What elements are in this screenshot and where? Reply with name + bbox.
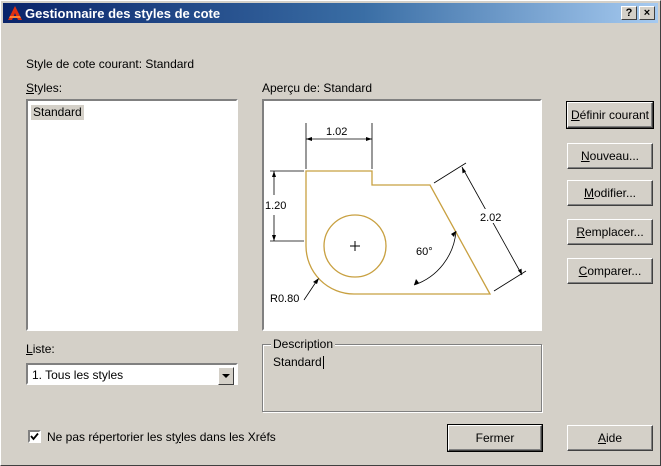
dim-text-angle: 60° [416,246,433,258]
help-button[interactable]: Aide [567,425,653,451]
close-button[interactable]: Fermer [447,424,543,452]
list-filter-dropdown[interactable]: 1. Tous les styles [26,363,238,385]
text-caret [322,356,324,370]
description-legend: Description [271,337,336,351]
override-button[interactable]: Remplacer... [567,219,653,245]
left-dim-arrow-top [272,171,276,177]
help-title-button[interactable]: ? [621,6,637,20]
dim-text-radius: R0.80 [270,293,299,305]
preview-label: Aperçu de: Standard [262,81,373,95]
window-title: Gestionnaire des styles de cote [25,6,221,21]
styles-listbox[interactable]: Standard [26,99,238,331]
dim-text-left: 1.20 [265,200,286,212]
dropdown-arrow-icon[interactable] [218,367,234,385]
title-bar[interactable]: Gestionnaire des styles de cote ? × [3,3,658,23]
dimension-style-manager-dialog: Gestionnaire des styles de cote ? × Styl… [0,0,661,466]
exclude-xrefs-checkbox[interactable] [28,430,41,443]
angle-dim-arc [413,230,457,286]
description-text: Standard [273,355,324,370]
autocad-app-icon [8,6,22,20]
radius-leader-arrow [313,278,319,284]
dimension-preview: 1.02 1.20 2.02 60° R0.80 [262,99,542,331]
modify-button[interactable]: Modifier... [567,180,653,206]
styles-label: Styles: [26,81,63,95]
preview-drawing: 1.02 1.20 2.02 60° R0.80 [265,123,527,305]
exclude-xrefs-label[interactable]: Ne pas répertorier les styles dans les X… [47,430,276,444]
checkmark-icon [30,432,39,441]
left-dim-arrow-bottom [272,235,276,241]
close-title-button[interactable]: × [639,6,655,20]
compare-button[interactable]: Comparer... [567,258,653,284]
list-filter-value: 1. Tous les styles [32,368,124,382]
style-list-item[interactable]: Standard [31,105,84,120]
set-current-button[interactable]: Définir courant [566,101,654,129]
radius-leader [303,281,317,301]
current-style-label: Style de cote courant: Standard [26,57,195,71]
dim-text-diagonal: 2.02 [480,212,501,224]
list-filter-label: Liste: [26,342,55,356]
top-dim-arrow-right [366,137,372,141]
description-group: Description Standard [262,337,542,412]
top-dim-arrow-left [306,137,312,141]
diag-dim-ext-top [433,162,467,184]
part-outline [305,170,492,295]
new-button[interactable]: Nouveau... [567,143,653,169]
dim-text-top: 1.02 [326,126,347,138]
